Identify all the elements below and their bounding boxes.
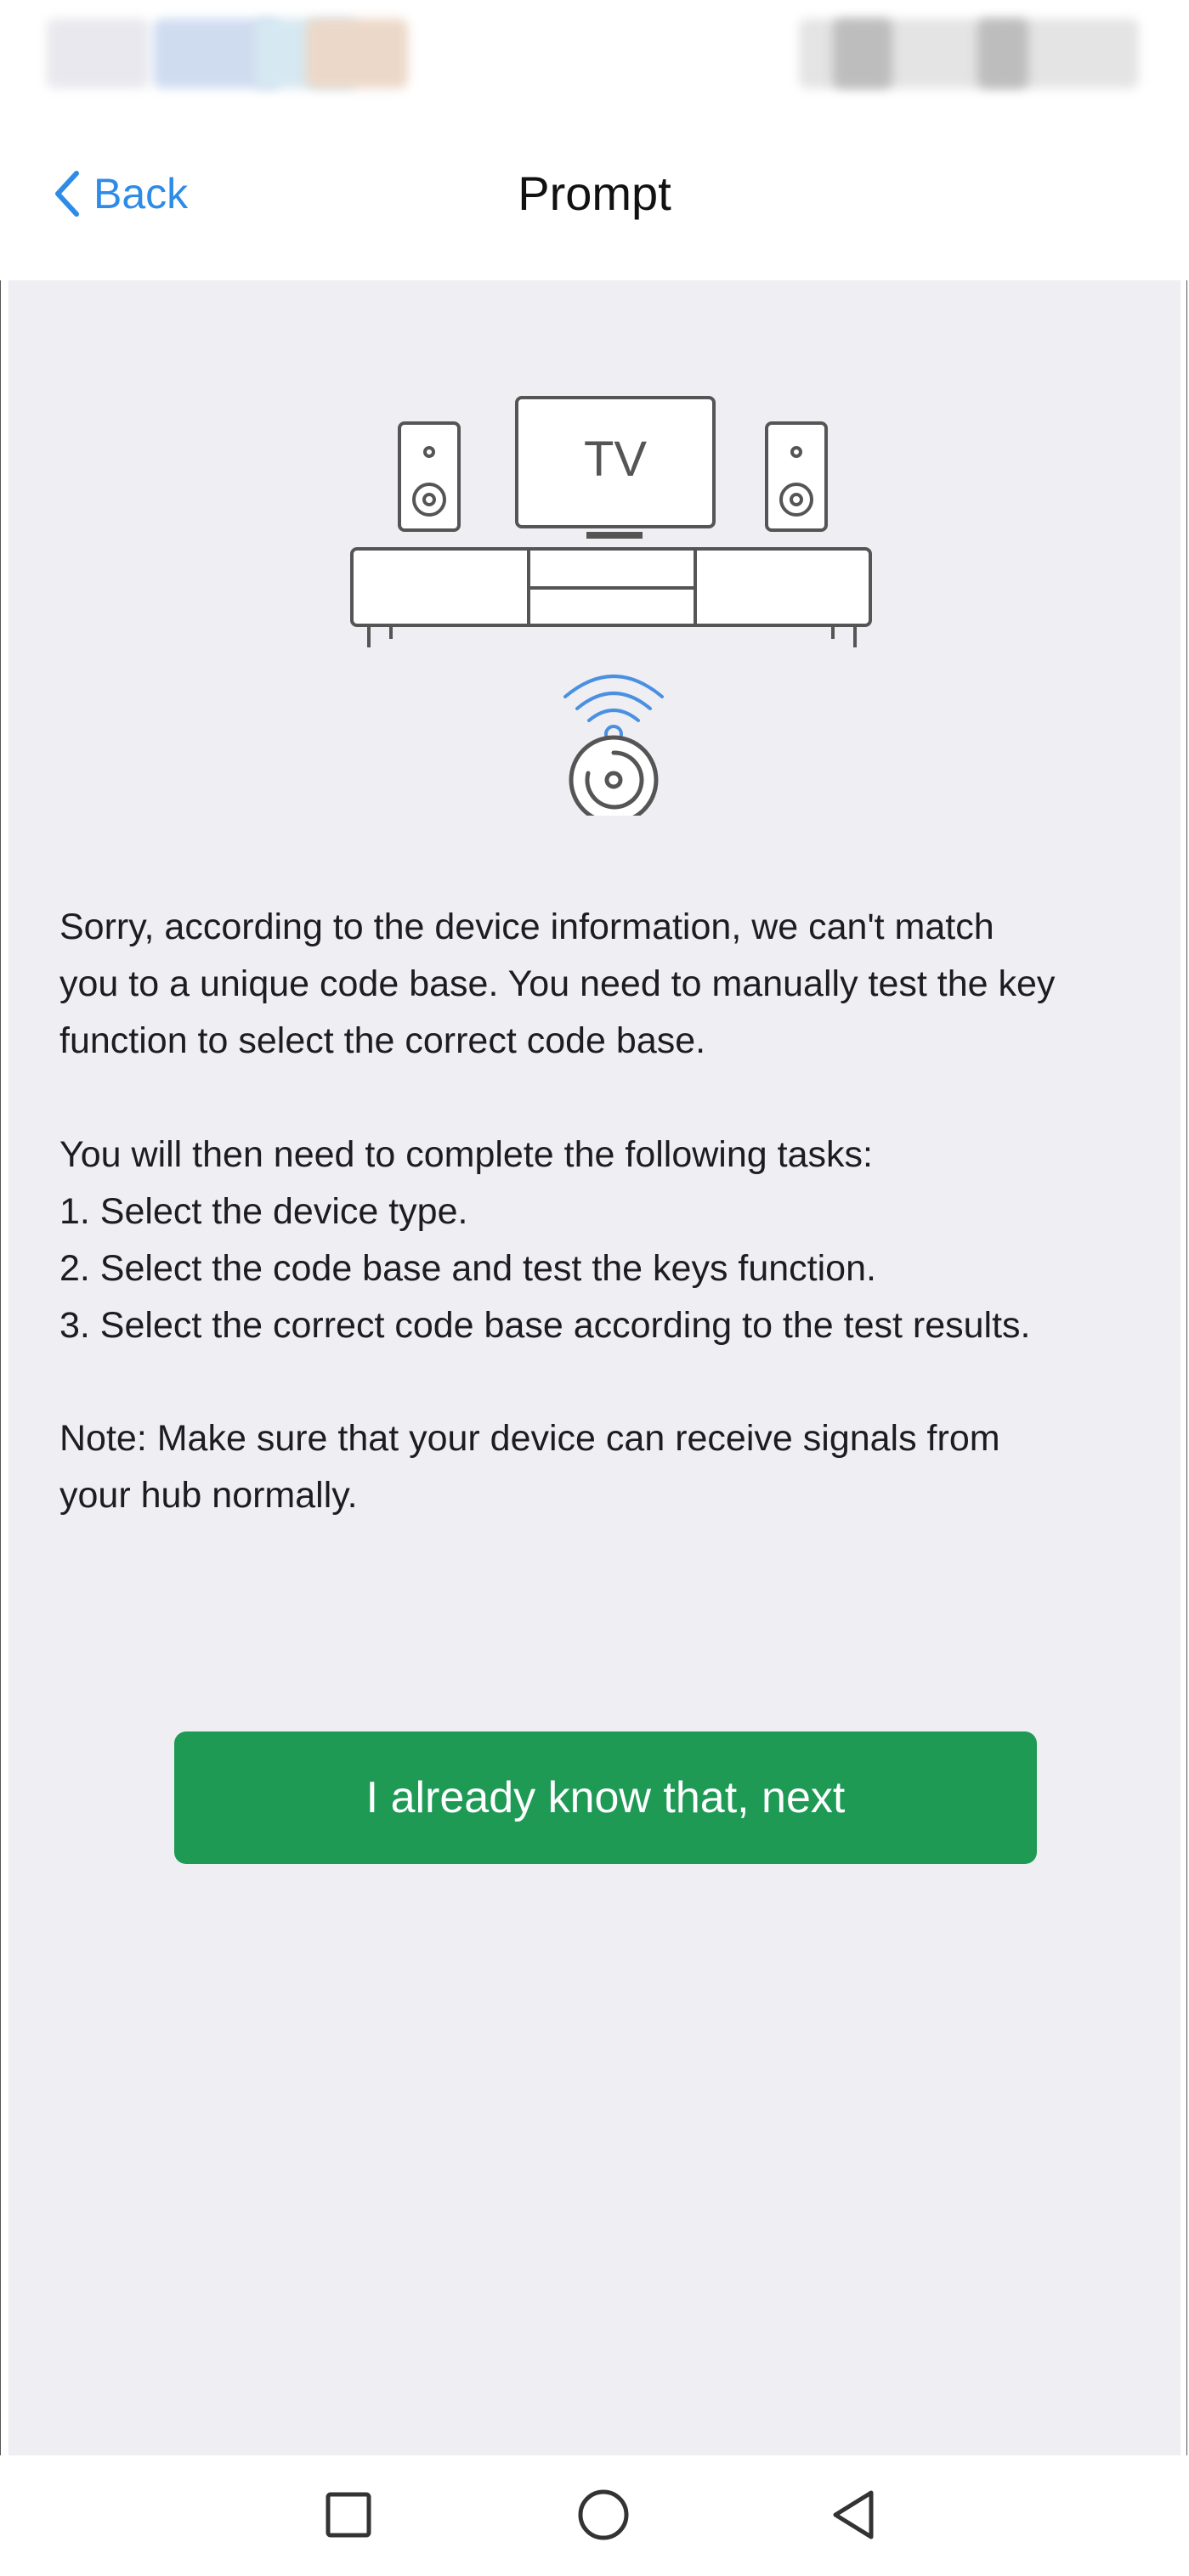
- recents-icon: [326, 2492, 371, 2538]
- task-item: 3. Select the correct code base accordin…: [59, 1305, 1031, 1346]
- system-navigation-bar: [0, 2455, 1189, 2576]
- tv-label: TV: [584, 432, 647, 487]
- hub-icon: [569, 735, 659, 816]
- wifi-signal-icon: [563, 675, 664, 743]
- tv-cabinet-icon: [350, 547, 872, 647]
- next-button[interactable]: I already know that, next: [174, 1731, 1037, 1864]
- text-line: You will then need to complete the follo…: [59, 1134, 873, 1175]
- task-item: 2. Select the code base and test the key…: [59, 1248, 876, 1289]
- text-line: function to select the correct code base…: [59, 1020, 706, 1061]
- navigation-bar: Prompt Back: [0, 110, 1189, 280]
- page-title-text: Prompt: [518, 167, 671, 220]
- tv-icon: TV: [515, 396, 716, 539]
- back-label: Back: [93, 170, 189, 217]
- system-back-button[interactable]: [820, 2481, 888, 2549]
- recents-button[interactable]: [314, 2481, 382, 2549]
- status-blur-right: [977, 19, 1028, 88]
- back-button[interactable]: Back: [53, 160, 188, 228]
- home-icon: [578, 2489, 629, 2540]
- text-line: Note: Make sure that your device can rec…: [59, 1418, 1000, 1459]
- text-line: Sorry, according to the device informati…: [59, 907, 994, 947]
- text-line: your hub normally.: [59, 1475, 358, 1516]
- task-item: 1. Select the device type.: [59, 1191, 468, 1232]
- home-button[interactable]: [569, 2481, 637, 2549]
- status-blur-left: [47, 19, 149, 88]
- status-blur-right: [833, 19, 892, 88]
- task-list: You will then need to complete the follo…: [59, 1127, 1164, 1354]
- note-paragraph: Note: Make sure that your device can rec…: [59, 1410, 1164, 1524]
- info-paragraph: Sorry, according to the device informati…: [59, 899, 1164, 1070]
- next-button-label: I already know that, next: [365, 1773, 846, 1822]
- back-icon: [833, 2490, 874, 2539]
- chevron-left-icon: [55, 171, 79, 217]
- text-line: you to a unique code base. You need to m…: [59, 963, 1056, 1004]
- speaker-icon: [398, 421, 461, 532]
- tv-remote-illustration: TV: [350, 396, 872, 816]
- status-bar: [0, 0, 1189, 110]
- main-content: TV Sorry, according to the device inform…: [8, 280, 1181, 2455]
- speaker-icon: [765, 421, 828, 532]
- status-blur-left: [306, 19, 408, 88]
